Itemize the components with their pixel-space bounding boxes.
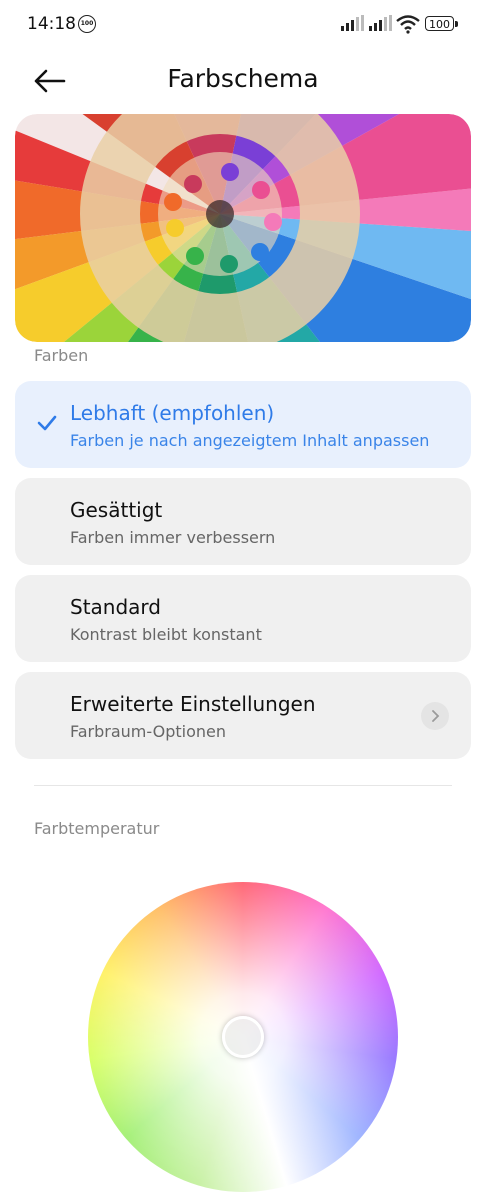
section-label-temperature: Farbtemperatur xyxy=(34,819,160,838)
option-vivid[interactable]: Lebhaft (empfohlen) Farben je nach angez… xyxy=(15,381,471,468)
option-title: Lebhaft (empfohlen) xyxy=(70,401,275,425)
color-wheel-knob[interactable] xyxy=(222,1016,264,1058)
status-bar: 14:18 100 100 xyxy=(0,0,486,48)
header: Farbschema xyxy=(0,48,486,112)
option-subtitle: Farben je nach angezeigtem Inhalt anpass… xyxy=(70,431,430,450)
option-title: Gesättigt xyxy=(70,498,163,522)
signal-icon xyxy=(341,15,364,31)
color-temperature-wheel[interactable] xyxy=(88,882,398,1192)
battery-tip xyxy=(455,21,458,27)
option-subtitle: Farbraum-Optionen xyxy=(70,722,226,741)
chevron-right-icon xyxy=(421,702,449,730)
notification-badge-icon: 100 xyxy=(78,15,96,33)
signal-icon-2 xyxy=(369,15,392,31)
option-subtitle: Farben immer verbessern xyxy=(70,528,276,547)
option-title: Standard xyxy=(70,595,161,619)
wifi-icon xyxy=(396,15,420,34)
divider xyxy=(34,785,452,786)
option-saturated[interactable]: Gesättigt Farben immer verbessern xyxy=(15,478,471,565)
status-time: 14:18 xyxy=(27,14,76,34)
option-advanced-settings[interactable]: Erweiterte Einstellungen Farbraum-Option… xyxy=(15,672,471,759)
option-subtitle: Kontrast bleibt konstant xyxy=(70,625,262,644)
colored-pencils-image xyxy=(15,114,471,342)
option-title: Erweiterte Einstellungen xyxy=(70,692,316,716)
section-label-colors: Farben xyxy=(34,346,89,365)
page-title: Farbschema xyxy=(167,64,319,93)
battery-icon: 100 xyxy=(425,16,454,31)
check-icon xyxy=(37,415,57,431)
option-standard[interactable]: Standard Kontrast bleibt konstant xyxy=(15,575,471,662)
